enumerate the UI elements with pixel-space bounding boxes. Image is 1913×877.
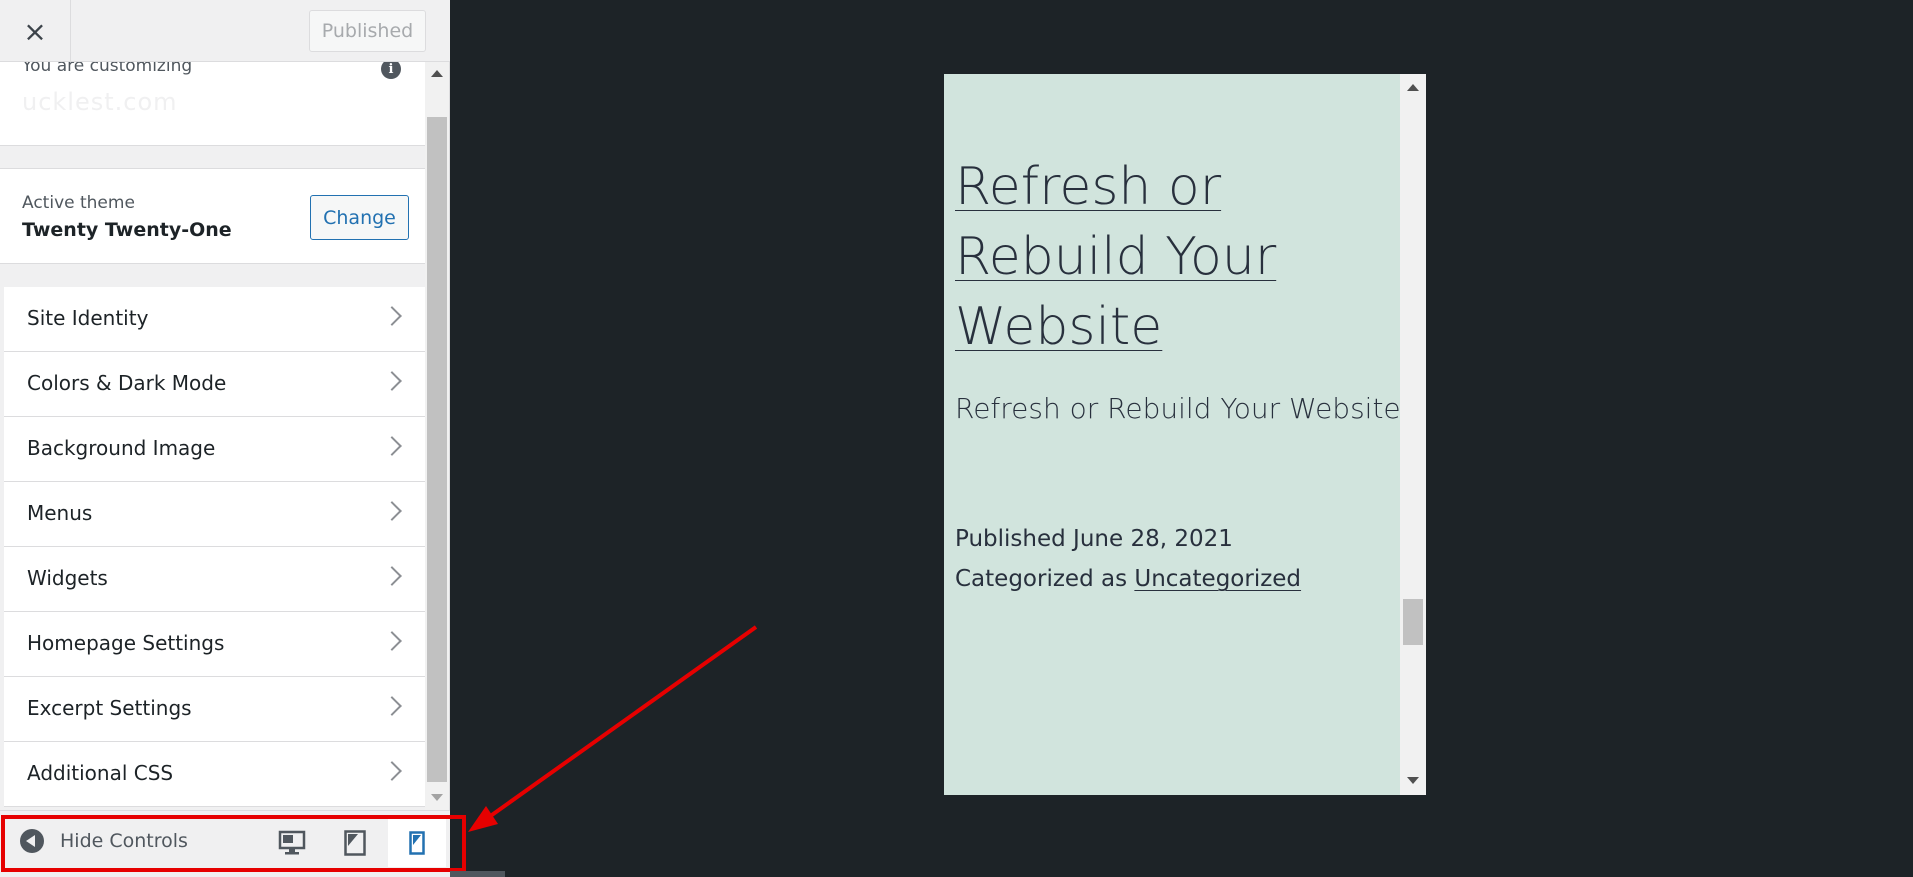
customizer-panels: You are customizing i ucklest.com Active…: [0, 62, 425, 810]
chevron-right-icon: [382, 371, 402, 391]
close-button[interactable]: ×: [0, 0, 71, 62]
chevron-right-icon: [382, 631, 402, 651]
info-icon[interactable]: i: [381, 62, 401, 79]
panel-label: Background Image: [27, 436, 216, 460]
post-title-line[interactable]: Rebuild Your: [955, 227, 1276, 287]
category-link[interactable]: Uncategorized: [1134, 566, 1301, 592]
categorized-prefix: Categorized as: [955, 566, 1135, 592]
scroll-up-arrow[interactable]: [1407, 84, 1419, 91]
site-preview[interactable]: Refresh or Rebuild Your Website Refresh …: [944, 74, 1426, 795]
panel-label: Additional CSS: [27, 761, 174, 785]
panel-excerpt-settings[interactable]: Excerpt Settings: [4, 677, 425, 742]
post-title-line[interactable]: Refresh or: [955, 157, 1221, 217]
panel-label: Site Identity: [27, 306, 149, 330]
window-scrollbar-strip: [450, 871, 505, 877]
panel-label: Excerpt Settings: [27, 696, 192, 720]
panel-label: Homepage Settings: [27, 631, 225, 655]
panel-label: Widgets: [27, 566, 108, 590]
post-title[interactable]: Refresh or Rebuild Your Website: [955, 152, 1395, 362]
panel-list: Site Identity Colors & Dark Mode Backgro…: [4, 287, 425, 807]
customizer-header: × Published: [0, 0, 450, 62]
chevron-right-icon: [382, 696, 402, 716]
publish-button[interactable]: Published: [309, 10, 426, 52]
published-date: Published June 28, 2021: [955, 526, 1233, 552]
annotation-arrow: [468, 625, 758, 832]
chevron-right-icon: [382, 306, 402, 326]
category-line: Categorized as Uncategorized: [955, 559, 1301, 599]
scroll-down-arrow[interactable]: [431, 794, 443, 801]
scroll-down-arrow[interactable]: [1407, 777, 1419, 784]
panel-site-identity[interactable]: Site Identity: [4, 287, 425, 352]
post-meta: Published June 28, 2021 Categorized as U…: [955, 519, 1301, 599]
site-name: ucklest.com: [22, 88, 178, 116]
panel-colors-dark-mode[interactable]: Colors & Dark Mode: [4, 352, 425, 417]
chevron-right-icon: [382, 501, 402, 521]
scrollbar-thumb[interactable]: [427, 117, 447, 782]
panel-background-image[interactable]: Background Image: [4, 417, 425, 482]
annotation-highlight-box: [1, 815, 466, 872]
preview-scrollbar[interactable]: [1400, 74, 1426, 795]
panel-widgets[interactable]: Widgets: [4, 547, 425, 612]
scroll-up-arrow[interactable]: [431, 70, 443, 77]
chevron-right-icon: [382, 761, 402, 781]
active-theme-label: Active theme: [22, 193, 135, 213]
scrollbar-thumb[interactable]: [1403, 599, 1423, 645]
customizer-sidebar: × Published You are customizing i uckles…: [0, 0, 450, 877]
active-theme-section: Active theme Twenty Twenty-One Change: [0, 168, 425, 264]
panel-label: Menus: [27, 501, 93, 525]
change-theme-button[interactable]: Change: [310, 195, 409, 240]
sidebar-scrollbar[interactable]: [425, 62, 449, 810]
active-theme-name: Twenty Twenty-One: [22, 219, 232, 241]
customizing-label: You are customizing: [22, 62, 193, 76]
panel-homepage-settings[interactable]: Homepage Settings: [4, 612, 425, 677]
panel-additional-css[interactable]: Additional CSS: [4, 742, 425, 807]
customizing-info: You are customizing i ucklest.com: [0, 62, 425, 146]
post-subtitle: Refresh or Rebuild Your Website: [955, 392, 1401, 425]
panel-menus[interactable]: Menus: [4, 482, 425, 547]
close-icon: ×: [23, 14, 47, 48]
panel-label: Colors & Dark Mode: [27, 371, 227, 395]
chevron-right-icon: [382, 436, 402, 456]
post-title-line[interactable]: Website: [955, 297, 1162, 357]
chevron-right-icon: [382, 566, 402, 586]
